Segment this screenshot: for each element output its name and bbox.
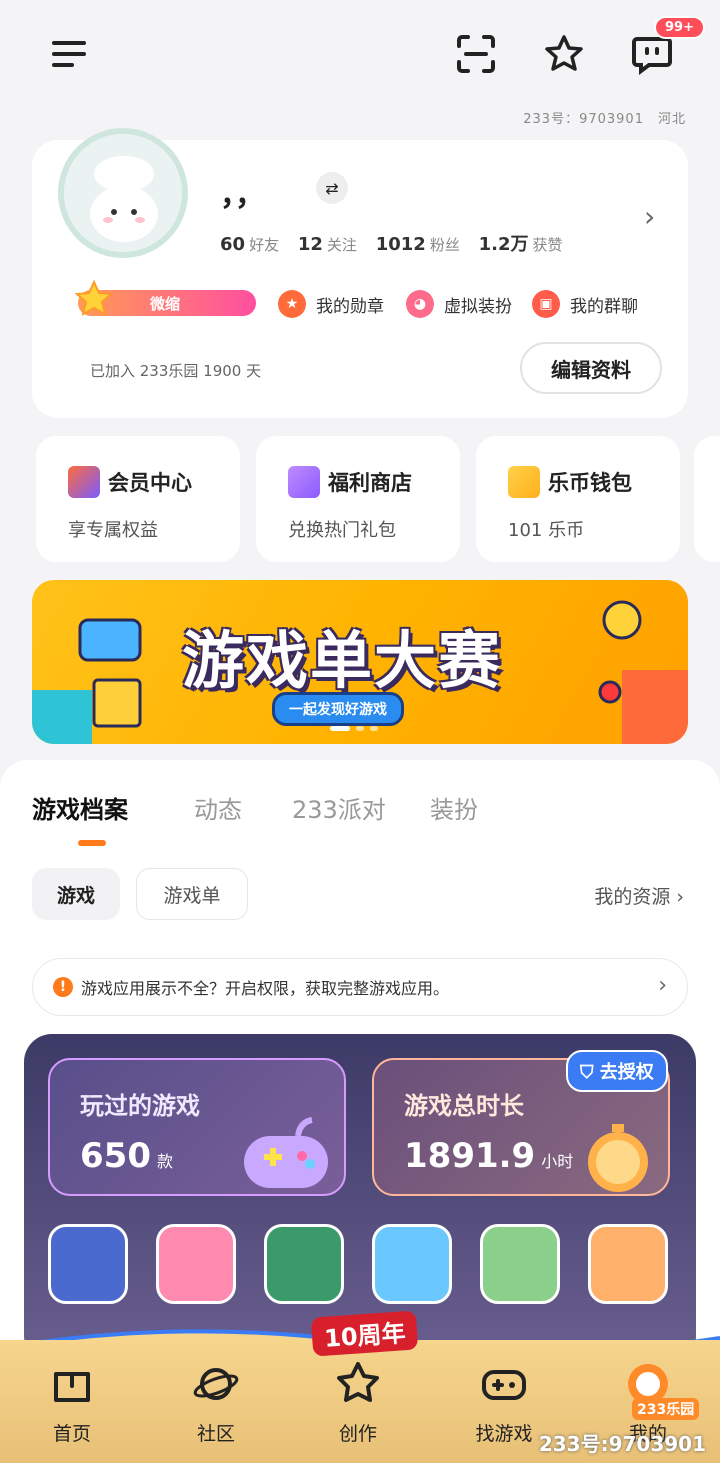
planet-icon xyxy=(193,1368,239,1400)
switch-account-icon[interactable]: ⇄ xyxy=(316,172,348,204)
game-icon-6[interactable] xyxy=(588,1224,668,1304)
authorize-button[interactable]: ⛉ 去授权 xyxy=(566,1050,668,1092)
user-id-line: 233号：9703901 河北 xyxy=(509,108,686,127)
nav-home[interactable]: 首页 xyxy=(22,1360,122,1446)
virtual-dress-up[interactable]: ◕ 虚拟装扮 xyxy=(406,290,512,318)
gift-icon xyxy=(288,466,320,498)
region: 河北 xyxy=(657,112,686,127)
level-label: 微缩 xyxy=(150,295,181,313)
top-bar: 99+ 233号：9703901 河北 xyxy=(0,0,720,127)
nav-create[interactable]: 创作 xyxy=(308,1360,408,1446)
scan-icon[interactable] xyxy=(452,30,500,78)
nav-me-badge: 233乐园 xyxy=(632,1398,700,1420)
edit-profile-button[interactable]: 编辑资料 xyxy=(520,342,662,394)
tab-activity[interactable]: 动态 xyxy=(194,790,242,825)
profile-card: ，， ⇄ 60 好友 12 关注 1012 粉丝 1.2万 获赞 › 微缩 ★ 我的勋章 … xyxy=(32,128,688,418)
game-icon-5[interactable] xyxy=(480,1224,560,1304)
promo-banner[interactable]: 游戏单大赛 一起发现好游戏 xyxy=(32,580,688,744)
banner-pagination xyxy=(330,726,378,731)
warning-icon: ! xyxy=(53,977,73,997)
medal-icon: ★ xyxy=(278,290,306,318)
my-medals[interactable]: ★ 我的勋章 xyxy=(278,290,384,318)
anniversary-badge: 10周年 xyxy=(310,1310,419,1357)
tab-indicator xyxy=(78,840,106,846)
game-icon-1[interactable] xyxy=(48,1224,128,1304)
stopwatch-icon xyxy=(588,1124,648,1192)
avatar[interactable] xyxy=(58,128,188,258)
watermark: 233号:9703901 xyxy=(538,1432,706,1456)
nav-community[interactable]: 社区 xyxy=(166,1360,266,1446)
stat-likes[interactable]: 1.2万 获赞 xyxy=(479,234,563,255)
tab-game-archive[interactable]: 游戏档案 xyxy=(32,790,128,825)
my-group-chats[interactable]: ▣ 我的群聊 xyxy=(532,290,638,318)
crown-icon xyxy=(68,466,100,498)
level-badge[interactable]: 微缩 xyxy=(74,280,256,316)
joined-days: 已加入 233乐园 1900 天 xyxy=(90,362,262,380)
more-card-peek[interactable] xyxy=(694,436,720,562)
star-icon[interactable] xyxy=(540,30,588,78)
game-icon-4[interactable] xyxy=(372,1224,452,1304)
banner-title: 游戏单大赛 xyxy=(182,624,503,697)
shield-icon: ⛉ xyxy=(580,1062,600,1083)
tab-dress-up[interactable]: 装扮 xyxy=(430,790,478,825)
game-icon-3[interactable] xyxy=(264,1224,344,1304)
vip-center-card[interactable]: 会员中心 享专属权益 xyxy=(36,436,240,562)
wallet-icon xyxy=(508,466,540,498)
notice-chevron-icon: › xyxy=(658,973,667,998)
stat-fans[interactable]: 1012 粉丝 xyxy=(376,234,460,255)
profile-stats: 60 好友 12 关注 1012 粉丝 1.2万 获赞 xyxy=(220,230,577,256)
dress-up-icon: ◕ xyxy=(406,290,434,318)
banner-subtitle: 一起发现好游戏 xyxy=(272,692,404,726)
menu-icon[interactable] xyxy=(46,30,94,78)
stat-following[interactable]: 12 关注 xyxy=(298,234,357,255)
my-resources-link[interactable]: 我的资源 › xyxy=(594,882,684,909)
chip-games[interactable]: 游戏 xyxy=(32,868,120,920)
gamepad-nav-icon xyxy=(482,1370,526,1400)
create-star-icon xyxy=(337,1362,379,1402)
level-star-icon xyxy=(74,280,114,316)
tab-233-party[interactable]: 233派对 xyxy=(292,790,386,825)
profile-chevron-right-icon[interactable]: › xyxy=(644,200,655,233)
id-label: 233号： xyxy=(523,112,580,127)
id-value: 9703901 xyxy=(579,112,644,127)
gamepad-icon xyxy=(244,1117,328,1188)
stat-friends[interactable]: 60 好友 xyxy=(220,234,279,255)
notice-text: 游戏应用展示不全？开启权限，获取完整游戏应用。 xyxy=(81,979,450,998)
home-icon xyxy=(54,1372,90,1402)
welfare-shop-card[interactable]: 福利商店 兑换热门礼包 xyxy=(256,436,460,562)
chip-game-lists[interactable]: 游戏单 xyxy=(136,868,248,920)
permission-notice[interactable]: ! 游戏应用展示不全？开启权限，获取完整游戏应用。 › xyxy=(32,958,688,1016)
group-chat-icon: ▣ xyxy=(532,290,560,318)
nickname: ，， xyxy=(220,178,265,213)
message-badge: 99+ xyxy=(654,16,705,39)
game-icon-2[interactable] xyxy=(156,1224,236,1304)
played-games-card[interactable]: 玩过的游戏 650 款 xyxy=(48,1058,346,1196)
coin-wallet-card[interactable]: 乐币钱包 101 乐币 xyxy=(476,436,680,562)
